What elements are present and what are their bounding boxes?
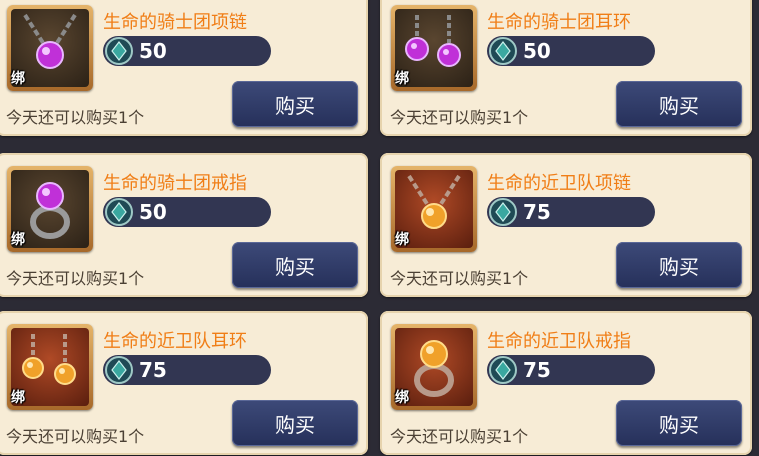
price-value: 50 (139, 39, 167, 63)
price-value: 50 (523, 39, 551, 63)
buy-button[interactable]: 购买 (232, 242, 358, 288)
bound-tag: 绑 (11, 390, 25, 406)
purchase-limit-text: 今天还可以购买1个 (390, 269, 529, 288)
price-bar: 50 (487, 36, 655, 66)
purchase-limit-text: 今天还可以购买1个 (390, 108, 529, 127)
buy-button[interactable]: 购买 (616, 81, 742, 127)
shop-item-card: 绑 生命的骑士团耳环 50 今天还可以购买1个 购买 (380, 0, 752, 136)
buy-button[interactable]: 购买 (616, 400, 742, 446)
purchase-limit-text: 今天还可以购买1个 (6, 427, 145, 446)
item-name: 生命的近卫队耳环 (103, 331, 247, 352)
item-name: 生命的近卫队戒指 (487, 331, 631, 352)
bound-tag: 绑 (11, 232, 25, 248)
price-bar: 50 (103, 197, 271, 227)
gem-currency-icon (489, 198, 517, 226)
price-value: 75 (523, 200, 551, 224)
price-value: 50 (139, 200, 167, 224)
bound-tag: 绑 (395, 71, 409, 87)
item-icon-frame[interactable]: 绑 (7, 324, 93, 410)
purchase-limit-text: 今天还可以购买1个 (6, 269, 145, 288)
shop-item-card: 绑 生命的近卫队戒指 75 今天还可以购买1个 购买 (380, 311, 752, 455)
buy-button[interactable]: 购买 (232, 81, 358, 127)
gem-currency-icon (105, 198, 133, 226)
purchase-limit-text: 今天还可以购买1个 (6, 108, 145, 127)
price-value: 75 (139, 358, 167, 382)
item-name: 生命的骑士团项链 (103, 12, 247, 33)
bound-tag: 绑 (395, 232, 409, 248)
gem-currency-icon (105, 37, 133, 65)
shop-item-card: 绑 生命的近卫队项链 75 今天还可以购买1个 购买 (380, 153, 752, 297)
bound-tag: 绑 (11, 71, 25, 87)
item-icon-frame[interactable]: 绑 (7, 166, 93, 252)
item-name: 生命的骑士团戒指 (103, 173, 247, 194)
price-bar: 50 (103, 36, 271, 66)
buy-button[interactable]: 购买 (232, 400, 358, 446)
shop-item-card: 绑 生命的骑士团项链 50 今天还可以购买1个 购买 (0, 0, 368, 136)
shop-item-card: 绑 生命的近卫队耳环 75 今天还可以购买1个 购买 (0, 311, 368, 455)
price-bar: 75 (487, 197, 655, 227)
price-value: 75 (523, 358, 551, 382)
item-icon-frame[interactable]: 绑 (391, 166, 477, 252)
item-icon-frame[interactable]: 绑 (391, 324, 477, 410)
buy-button[interactable]: 购买 (616, 242, 742, 288)
price-bar: 75 (103, 355, 271, 385)
gem-currency-icon (105, 356, 133, 384)
item-icon-frame[interactable]: 绑 (7, 5, 93, 91)
purchase-limit-text: 今天还可以购买1个 (390, 427, 529, 446)
item-name: 生命的骑士团耳环 (487, 12, 631, 33)
bound-tag: 绑 (395, 390, 409, 406)
gem-currency-icon (489, 356, 517, 384)
item-icon-frame[interactable]: 绑 (391, 5, 477, 91)
price-bar: 75 (487, 355, 655, 385)
gem-currency-icon (489, 37, 517, 65)
shop-item-card: 绑 生命的骑士团戒指 50 今天还可以购买1个 购买 (0, 153, 368, 297)
item-name: 生命的近卫队项链 (487, 173, 631, 194)
